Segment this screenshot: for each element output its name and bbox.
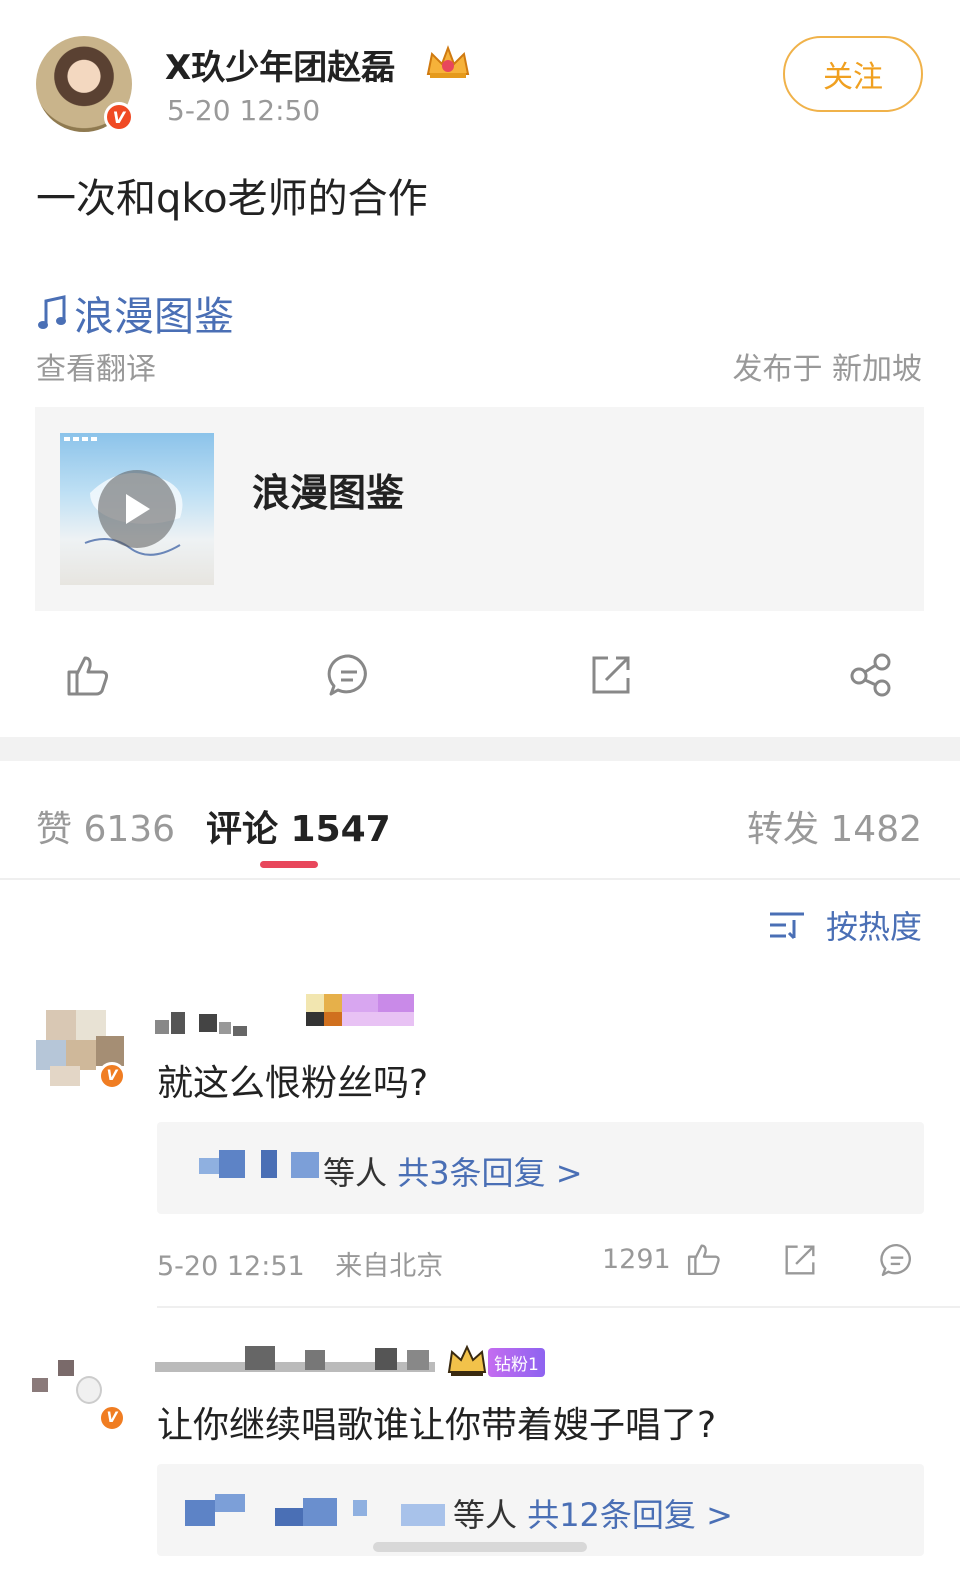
commenter-name-redacted[interactable] [155, 1012, 250, 1038]
post-time: 5-20 12:50 [167, 94, 321, 127]
comment-text: 让你继续唱歌谁让你带着嫂子唱了? [157, 1405, 717, 1446]
commenter-avatar[interactable]: V [36, 1010, 126, 1090]
verified-badge-icon: V [98, 1404, 126, 1432]
home-indicator [373, 1542, 587, 1552]
reply-count-link[interactable]: 共12条回复 > [527, 1496, 733, 1534]
comment-reply-icon[interactable] [879, 1242, 915, 1278]
section-divider [0, 737, 960, 761]
commenter-name-redacted[interactable] [155, 1344, 435, 1374]
music-link-label: 浪漫图鉴 [74, 294, 234, 340]
fan-badge-redacted [306, 994, 414, 1030]
sort-icon [769, 912, 804, 940]
music-card-title: 浪漫图鉴 [252, 471, 405, 515]
author-name[interactable]: X玖少年团赵磊 [165, 40, 395, 89]
like-icon[interactable] [65, 652, 111, 698]
verified-badge-icon: V [98, 1062, 126, 1090]
post-location: 发布于 新加坡 [732, 352, 922, 387]
comment-divider [157, 1306, 960, 1308]
fan-level-badge: 钻粉1 [488, 1348, 545, 1377]
play-icon [126, 494, 150, 524]
verified-badge-icon: V [104, 102, 134, 132]
reply-authors-suffix: 等人 [453, 1496, 518, 1534]
comment-text: 就这么恨粉丝吗? [157, 1063, 429, 1104]
translate-link[interactable]: 查看翻译 [36, 344, 156, 388]
comment-icon[interactable] [326, 652, 372, 698]
play-button[interactable] [98, 470, 176, 548]
comment-location: 来自北京 [335, 1251, 444, 1282]
tab-likes[interactable]: 赞 6136 [36, 800, 175, 852]
comment-like-icon[interactable] [686, 1241, 722, 1277]
follow-button[interactable]: 关注 [783, 36, 923, 112]
post-text: 一次和qko老师的合作 [36, 176, 428, 222]
music-link[interactable]: 浪漫图鉴 [36, 284, 234, 342]
comment-like-count: 1291 [602, 1244, 671, 1275]
tab-active-indicator [260, 861, 318, 868]
sort-toggle[interactable]: 按热度 [768, 902, 922, 948]
tab-divider [0, 878, 960, 880]
music-note-icon [38, 295, 66, 329]
crown-icon [447, 1344, 487, 1376]
reply-count-link[interactable]: 共3条回复 > [397, 1154, 582, 1192]
tab-comments[interactable]: 评论 1547 [206, 800, 391, 852]
comment-time: 5-20 12:51 [157, 1251, 305, 1282]
sort-label: 按热度 [825, 908, 922, 946]
share-icon[interactable] [848, 652, 894, 698]
repost-icon[interactable] [588, 652, 634, 698]
crown-icon [426, 45, 470, 78]
reply-authors-suffix: 等人 [323, 1154, 388, 1192]
comment-repost-icon[interactable] [782, 1242, 818, 1278]
author-avatar[interactable]: V [36, 36, 134, 132]
commenter-avatar[interactable]: V [32, 1348, 126, 1432]
replies-preview[interactable]: 等人 共3条回复 > [157, 1122, 924, 1214]
tab-reposts[interactable]: 转发 1482 [747, 800, 922, 852]
